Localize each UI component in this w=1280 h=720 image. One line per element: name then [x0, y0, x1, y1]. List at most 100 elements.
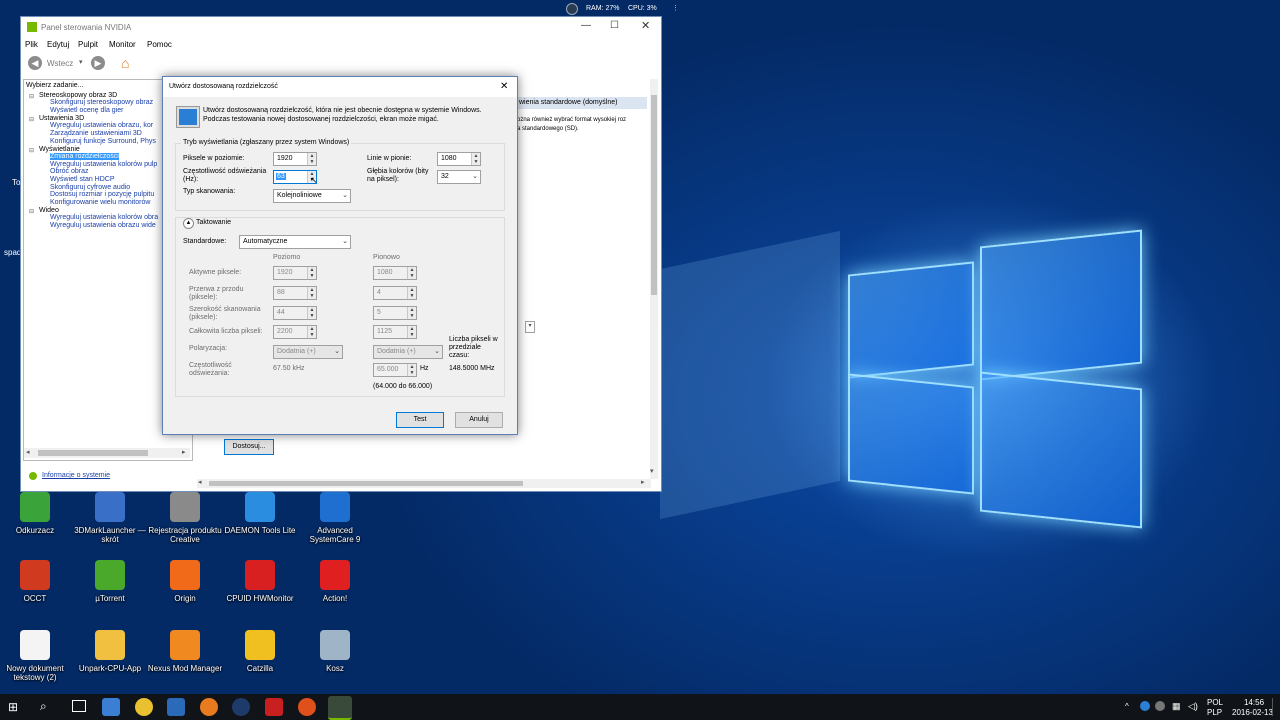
spin-arrows-icon[interactable]: ▲ ▼ — [471, 153, 480, 165]
nvidia-taskbar-icon[interactable] — [328, 696, 352, 720]
tree-task-item[interactable]: Wyreguluj ustawienia obrazu wide — [50, 222, 156, 229]
scroll-left-icon[interactable]: ◂ — [26, 448, 30, 456]
start-windows-icon[interactable]: ⊞ — [8, 700, 18, 714]
vertical-scrollbar[interactable]: ▾ — [650, 79, 658, 479]
menu-file[interactable]: Plik — [25, 40, 38, 49]
desktop-shortcut[interactable]: Nexus Mod Manager — [147, 630, 223, 673]
desktop-shortcut[interactable]: Action! — [297, 560, 373, 603]
timing-v-stepper[interactable]: 1080 ▲ ▼ — [373, 266, 417, 280]
chrome-icon[interactable] — [135, 698, 153, 716]
polarity-h-select[interactable]: Dodatnia (+) ⌄ — [273, 345, 343, 359]
refresh-rate-value[interactable]: 63 — [276, 173, 286, 180]
tree-category[interactable]: Wyświetlanie — [39, 146, 80, 153]
back-dropdown-icon[interactable]: ▾ — [79, 58, 83, 66]
tree-task-item[interactable]: Obróć obraz — [50, 168, 89, 175]
scroll-thumb[interactable] — [209, 481, 523, 486]
tree-task-item[interactable]: Wyreguluj ustawienia obrazu, kor — [50, 122, 153, 129]
desktop-shortcut[interactable]: Odkurzacz — [0, 492, 73, 535]
home-icon[interactable]: ⌂ — [121, 55, 137, 71]
spin-arrows-icon[interactable]: ▲ ▼ — [307, 307, 316, 319]
spin-arrows-icon[interactable]: ▲ ▼ — [407, 326, 416, 338]
desktop-shortcut[interactable]: OCCT — [0, 560, 73, 603]
title-bar[interactable]: Panel sterowania NVIDIA — ☐ ✕ — [21, 17, 661, 37]
tree-task-item[interactable]: Dostosuj rozmiar i pozycję pulpitu — [50, 191, 154, 198]
scroll-thumb[interactable] — [651, 95, 657, 295]
close-icon[interactable]: ✕ — [641, 19, 650, 32]
back-arrow-icon[interactable]: ◀ — [28, 56, 42, 70]
tree-task-item[interactable]: Wyreguluj ustawienia kolorów obra — [50, 214, 158, 221]
desktop-shortcut[interactable]: 3DMarkLauncher — skrót — [72, 492, 148, 544]
timing-h-stepper[interactable]: 1920 ▲ ▼ — [273, 266, 317, 280]
desktop-shortcut[interactable]: Nowy dokument tekstowy (2) — [0, 630, 73, 682]
v-freq-stepper[interactable]: 65.000 ▲ ▼ — [373, 363, 417, 377]
scroll-right-icon[interactable]: ▸ — [182, 448, 186, 456]
h-pixels-stepper[interactable]: 1920 ▲ ▼ — [273, 152, 317, 166]
tree-task-item[interactable]: Konfigurowanie wielu monitorów — [50, 199, 150, 206]
tree-task-item[interactable]: Zarządzanie ustawieniami 3D — [50, 130, 142, 137]
scroll-thumb[interactable] — [38, 450, 148, 456]
timing-v-stepper[interactable]: 5 ▲ ▼ — [373, 306, 417, 320]
back-label[interactable]: Wstecz — [47, 59, 73, 68]
collapse-icon[interactable]: ▲ — [183, 218, 194, 229]
timing-v-stepper[interactable]: 4 ▲ ▼ — [373, 286, 417, 300]
desktop-shortcut[interactable]: Catzilla — [222, 630, 298, 673]
language-indicator[interactable]: POL — [1207, 698, 1223, 707]
desktop-shortcut[interactable]: Kosz — [297, 630, 373, 673]
spin-arrows-icon[interactable]: ▲ ▼ — [407, 287, 416, 299]
show-desktop-button[interactable] — [1272, 698, 1273, 716]
desktop-shortcut[interactable]: µTorrent — [72, 560, 148, 603]
explorer-folder-icon[interactable] — [167, 698, 185, 716]
dialog-title-bar[interactable]: Utwórz dostosowaną rozdzielczość ✕ — [163, 77, 517, 97]
clock-time[interactable]: 14:56 — [1244, 698, 1264, 707]
tree-task-item[interactable]: Wyreguluj ustawienia kolorów pulp — [50, 161, 157, 168]
dialog-close-icon[interactable]: ✕ — [500, 81, 508, 92]
color-depth-select[interactable]: 32 ⌄ — [437, 170, 481, 184]
customize-button[interactable]: Dostosuj... — [224, 439, 274, 455]
maximize-icon[interactable]: ☐ — [610, 20, 619, 31]
desktop-shortcut[interactable]: DAEMON Tools Lite — [222, 492, 298, 535]
tree-task-item[interactable]: Wyświetl ocenę dla gier — [50, 107, 123, 114]
spin-arrows-icon[interactable]: ▲ ▼ — [307, 326, 316, 338]
scan-type-select[interactable]: Kolejnoliniowe ⌄ — [273, 189, 351, 203]
timing-h-stepper[interactable]: 2200 ▲ ▼ — [273, 325, 317, 339]
origin-icon[interactable] — [298, 698, 316, 716]
network-icon[interactable]: ▦ — [1172, 701, 1181, 712]
steam-icon[interactable] — [232, 698, 250, 716]
spin-arrows-icon[interactable]: ▲ ▼ — [307, 153, 316, 165]
horizontal-scrollbar[interactable]: ◂ ▸ — [197, 479, 651, 488]
minimize-icon[interactable]: — — [581, 20, 591, 31]
tree-task-item[interactable]: Zmiana rozdzielczości — [50, 153, 119, 160]
tree-category[interactable]: Stereoskopowy obraz 3D — [39, 92, 117, 99]
file-explorer-icon[interactable] — [102, 698, 120, 716]
system-info-link[interactable]: Informacje o systemie — [42, 472, 110, 479]
menu-monitor[interactable]: Monitor — [109, 40, 136, 49]
timing-h-stepper[interactable]: 88 ▲ ▼ — [273, 286, 317, 300]
desktop-shortcut[interactable]: CPUID HWMonitor — [222, 560, 298, 603]
tray-app-icon[interactable] — [1140, 701, 1150, 711]
desktop-shortcut[interactable]: Origin — [147, 560, 223, 603]
tree-task-item[interactable]: Skonfiguruj stereoskopowy obraz — [50, 99, 153, 106]
menu-icon[interactable]: ⋮ — [672, 4, 679, 12]
keyboard-layout-indicator[interactable]: PLP — [1207, 708, 1222, 717]
tree-task-item[interactable]: Konfiguruj funkcje Surround, Phys — [50, 138, 156, 145]
polarity-v-select[interactable]: Dodatnia (+) ⌄ — [373, 345, 443, 359]
timing-standard-select[interactable]: Automatyczne ⌄ — [239, 235, 351, 249]
menu-desktop[interactable]: Pulpit — [78, 40, 98, 49]
hwmonitor-icon[interactable] — [265, 698, 283, 716]
clock-date[interactable]: 2016-02-13 — [1232, 708, 1273, 717]
desktop-shortcut[interactable]: Unpark-CPU-App — [72, 630, 148, 673]
tree-expand-icon[interactable]: ⊟ — [29, 116, 34, 123]
scroll-right-icon[interactable]: ▸ — [641, 478, 645, 486]
menu-edit[interactable]: Edytuj — [47, 40, 69, 49]
v-lines-stepper[interactable]: 1080 ▲ ▼ — [437, 152, 481, 166]
cancel-button[interactable]: Anuluj — [455, 412, 503, 428]
spin-arrows-icon[interactable]: ▲ ▼ — [307, 267, 316, 279]
scroll-down-icon[interactable]: ▾ — [650, 467, 654, 475]
tree-category[interactable]: Wideo — [39, 207, 59, 214]
tray-expand-icon[interactable]: ^ — [1125, 702, 1129, 711]
tree-task-item[interactable]: Wyświetl stan HDCP — [50, 176, 115, 183]
spin-arrows-icon[interactable]: ▲ ▼ — [407, 307, 416, 319]
spin-arrows-icon[interactable]: ▲ ▼ — [407, 364, 416, 376]
desktop-shortcut[interactable]: Rejestracja produktu Creative — [147, 492, 223, 544]
dropdown-arrow-icon[interactable]: ▾ — [525, 321, 535, 333]
